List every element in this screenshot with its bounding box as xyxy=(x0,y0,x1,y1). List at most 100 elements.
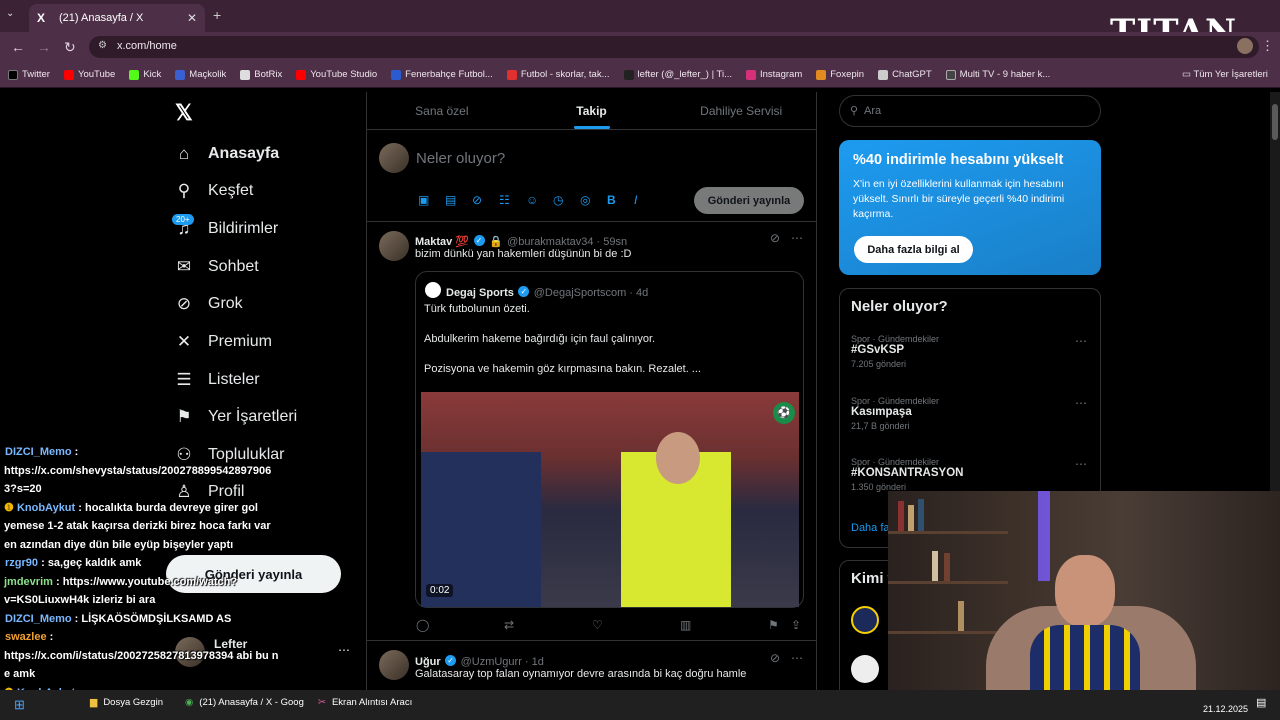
stream-chat-overlay: DIZCI_Memo : https://x.com/shevysta/stat… xyxy=(0,443,290,720)
bookmark-lefter[interactable]: lefter (@_lefter_) | Ti... xyxy=(623,69,732,80)
divider xyxy=(367,221,816,222)
scrollbar-thumb[interactable] xyxy=(1272,104,1278,140)
tab-list-icon[interactable]: ⌄ xyxy=(6,8,14,19)
book xyxy=(908,505,914,531)
reply-icon[interactable]: ◯ xyxy=(416,618,429,632)
site-info-icon[interactable]: ⚙ xyxy=(98,40,107,51)
x-logo-icon[interactable]: 𝕏 xyxy=(175,100,193,126)
poll-icon[interactable]: ☷ xyxy=(499,193,510,207)
taskbar-clock[interactable]: 21.12.2025 xyxy=(1203,694,1248,714)
start-icon[interactable]: ⊞ xyxy=(14,697,25,713)
quote-line: Pozisyona ve hakemin göz kırpmasına bakı… xyxy=(424,363,701,375)
publish-button[interactable]: Gönderi yayınla xyxy=(694,187,804,214)
tab-dahiliye[interactable]: Dahiliye Servisi xyxy=(666,92,816,129)
bold-icon[interactable]: B xyxy=(607,193,616,207)
menu-icon[interactable]: ⋮ xyxy=(1261,38,1274,54)
tab-close-icon[interactable]: ✕ xyxy=(187,11,197,25)
browser-tab[interactable]: X (21) Anasayfa / X ✕ xyxy=(29,4,205,32)
bookmark-instagram[interactable]: Instagram xyxy=(746,69,802,80)
bookmark-kick[interactable]: Kick xyxy=(129,69,161,80)
nav-explore[interactable]: ⚲ Keşfet xyxy=(174,179,254,203)
trend-item[interactable]: Spor · Gündemdekiler Kasımpaşa 21,7 B gö… xyxy=(851,396,939,431)
forward-icon[interactable]: → xyxy=(37,39,51,55)
image-icon[interactable]: ▣ xyxy=(418,193,429,207)
nav-chat[interactable]: ✉ Sohbet xyxy=(174,255,259,279)
gif-icon[interactable]: ▤ xyxy=(445,193,456,207)
x-favicon-icon: X xyxy=(37,11,46,25)
foxepin-icon xyxy=(816,69,827,80)
bookmark-twitter[interactable]: Twitter xyxy=(8,69,50,80)
nav-grok[interactable]: ⊘ Grok xyxy=(174,292,243,316)
suggested-avatar[interactable] xyxy=(851,655,879,683)
quote-avatar xyxy=(425,282,441,298)
views-icon[interactable]: ▥ xyxy=(680,618,691,632)
bookmark-multitv[interactable]: Multi TV - 9 haber k... xyxy=(945,69,1050,80)
new-tab-button[interactable]: + xyxy=(213,7,221,23)
tab-following[interactable]: Takip xyxy=(517,92,667,129)
nav-home[interactable]: ⌂ Anasayfa xyxy=(174,142,279,166)
show-more-link[interactable]: Daha fa xyxy=(851,522,890,534)
bookmark-fenerbahce[interactable]: Fenerbahçe Futbol... xyxy=(391,69,493,80)
taskbar-file-explorer[interactable]: ▆ Dosya Gezgin xyxy=(90,697,163,708)
snipping-icon: ✂ xyxy=(318,697,326,708)
tweet-more-icon[interactable]: ⋯ xyxy=(791,231,803,245)
tweet-avatar[interactable] xyxy=(379,231,409,261)
account-menu-icon[interactable]: ⋯ xyxy=(338,643,350,657)
grok-tweet-icon[interactable]: ⊘ xyxy=(770,231,780,245)
bookmark-mackolik[interactable]: Maçkolik xyxy=(175,69,226,80)
nav-premium[interactable]: ✕ Premium xyxy=(174,330,272,354)
trend-item[interactable]: Spor · Gündemdekiler #KONSANTRASYON 1.35… xyxy=(851,457,963,492)
bookmark-youtube-studio[interactable]: YouTube Studio xyxy=(296,69,377,80)
nav-bookmarks[interactable]: ⚑ Yer İşaretleri xyxy=(174,405,297,429)
retweet-icon[interactable]: ⇄ xyxy=(504,618,514,632)
all-bookmarks[interactable]: ▭ Tüm Yer İşaretleri xyxy=(1182,69,1268,80)
trend-more-icon[interactable]: ⋯ xyxy=(1075,396,1087,410)
chat-message: DIZCI_Memo : xyxy=(5,446,79,458)
book xyxy=(918,499,924,531)
tweet-more-icon[interactable]: ⋯ xyxy=(791,651,803,665)
video-player[interactable]: ⚽ xyxy=(421,392,799,607)
search-input[interactable]: Ara xyxy=(839,95,1101,127)
bookmark-futbol[interactable]: Futbol - skorlar, tak... xyxy=(506,69,610,80)
italic-icon[interactable]: I xyxy=(634,193,637,207)
bookmark-action-icon[interactable]: ⚑ xyxy=(768,618,779,632)
trend-more-icon[interactable]: ⋯ xyxy=(1075,457,1087,471)
share-icon[interactable]: ⇪ xyxy=(791,618,801,632)
taskbar-snipping-tool[interactable]: ✂ Ekran Alıntısı Aracı xyxy=(318,697,412,708)
taskbar-chrome[interactable]: ◉ (21) Anasayfa / X - Goog xyxy=(185,697,304,708)
tab-for-you[interactable]: Sana özel xyxy=(367,92,517,129)
verified-icon: ✓ xyxy=(518,286,530,298)
like-icon[interactable]: ♡ xyxy=(592,618,603,632)
bookmark-chatgpt[interactable]: ChatGPT xyxy=(878,69,932,80)
book xyxy=(932,551,938,581)
feed-tabs: Sana özel Takip Dahiliye Servisi xyxy=(367,92,816,130)
nav-lists[interactable]: ☰ Listeler xyxy=(174,368,259,392)
schedule-icon[interactable]: ◷ xyxy=(553,193,563,207)
notification-icon[interactable]: ▤ xyxy=(1256,696,1266,709)
profile-avatar[interactable] xyxy=(1237,38,1253,54)
compose-input[interactable]: Neler oluyor? xyxy=(416,150,505,167)
time-row xyxy=(1203,694,1248,704)
chatgpt-icon xyxy=(878,69,889,80)
tweet-handle[interactable]: @burakmaktav34 · 59sn xyxy=(507,236,627,248)
grok-tweet-icon[interactable]: ⊘ xyxy=(770,651,780,665)
reload-icon[interactable]: ↻ xyxy=(64,39,76,56)
trend-more-icon[interactable]: ⋯ xyxy=(1075,334,1087,348)
bookmark-youtube[interactable]: YouTube xyxy=(63,69,115,80)
suggested-avatar[interactable] xyxy=(851,606,879,634)
tiktok-icon xyxy=(623,69,634,80)
trend-item[interactable]: Spor · Gündemdekiler #GSvKSP 7.205 gönde… xyxy=(851,334,939,369)
learn-more-button[interactable]: Daha fazla bilgi al xyxy=(854,236,973,263)
tweet-avatar[interactable] xyxy=(379,650,409,680)
emoji-icon[interactable]: ☺ xyxy=(526,193,538,207)
location-icon[interactable]: ◎ xyxy=(580,193,590,207)
grok-compose-icon[interactable]: ⊘ xyxy=(472,193,482,207)
tweet-handle[interactable]: @UzmUgurr · 1d xyxy=(461,656,544,668)
bookmark-botrix[interactable]: BotRix xyxy=(240,69,282,80)
url-field[interactable]: x.com/home xyxy=(89,36,1259,58)
tweet-author[interactable]: Maktav 💯 xyxy=(415,236,469,248)
back-icon[interactable]: ← xyxy=(11,39,25,55)
tweet-author[interactable]: Uğur xyxy=(415,656,441,668)
premium-title: %40 indirimle hesabını yükselt xyxy=(853,152,1064,168)
bookmark-foxepin[interactable]: Foxepin xyxy=(816,69,864,80)
